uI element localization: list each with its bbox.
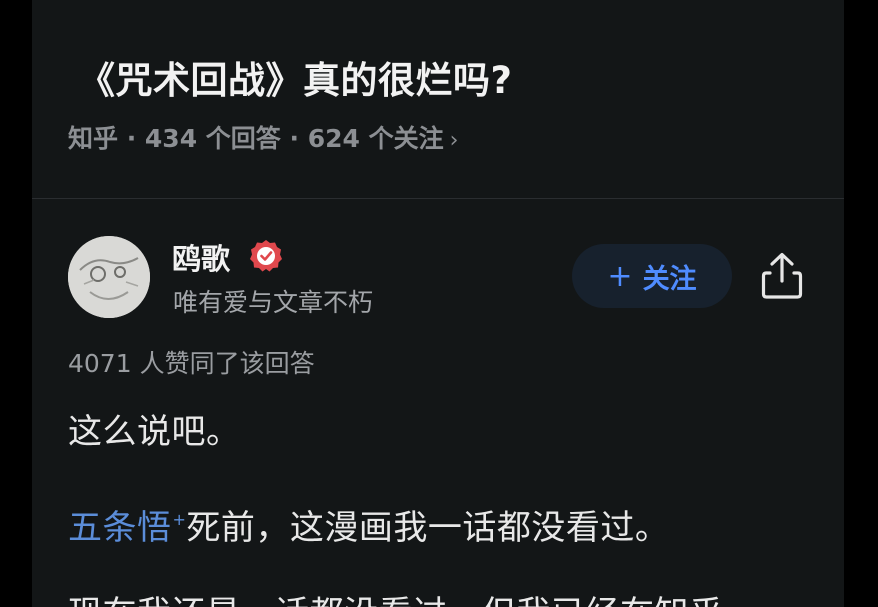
avatar[interactable] xyxy=(68,236,150,318)
follow-button[interactable]: + 关注 xyxy=(572,244,732,308)
mention-link[interactable]: 五条悟+ xyxy=(68,508,186,548)
author-name[interactable]: 鸥歌 xyxy=(172,236,230,278)
share-icon[interactable] xyxy=(760,251,804,301)
question-meta-text: 知乎 · 434 个回答 · 624 个关注 xyxy=(68,124,444,153)
section-divider xyxy=(32,198,844,199)
plus-icon: + xyxy=(607,258,633,294)
question-meta[interactable]: 知乎 · 434 个回答 · 624 个关注 › xyxy=(68,119,458,155)
mention-text: 五条悟 xyxy=(68,508,172,548)
question-title[interactable]: 《咒术回战》真的很烂吗? xyxy=(78,50,512,104)
author-bio: 唯有爱与文章不朽 xyxy=(173,288,374,317)
upvote-count: 4071 人赞同了该回答 xyxy=(68,349,315,378)
answer-paragraph-2: 五条悟+死前，这漫画我一话都没看过。 xyxy=(68,500,669,549)
answer-paragraph-2-text: 死前，这漫画我一话都没看过。 xyxy=(186,508,670,548)
avatar-sketch-icon xyxy=(68,236,150,318)
answer-paragraph-3: 现在我还是一话都没看过，但我已经在知乎 xyxy=(68,586,724,607)
follow-label: 关注 xyxy=(642,263,697,295)
answer-paragraph-1: 这么说吧。 xyxy=(68,412,241,452)
verified-badge-icon xyxy=(250,240,282,272)
question-header[interactable]: 《咒术回战》真的很烂吗? 知乎 · 434 个回答 · 624 个关注 › xyxy=(32,0,844,198)
chevron-right-icon: › xyxy=(449,128,459,153)
mention-mark: + xyxy=(172,510,187,529)
answer-page: 《咒术回战》真的很烂吗? 知乎 · 434 个回答 · 624 个关注 › 鸥歌 … xyxy=(32,0,844,607)
